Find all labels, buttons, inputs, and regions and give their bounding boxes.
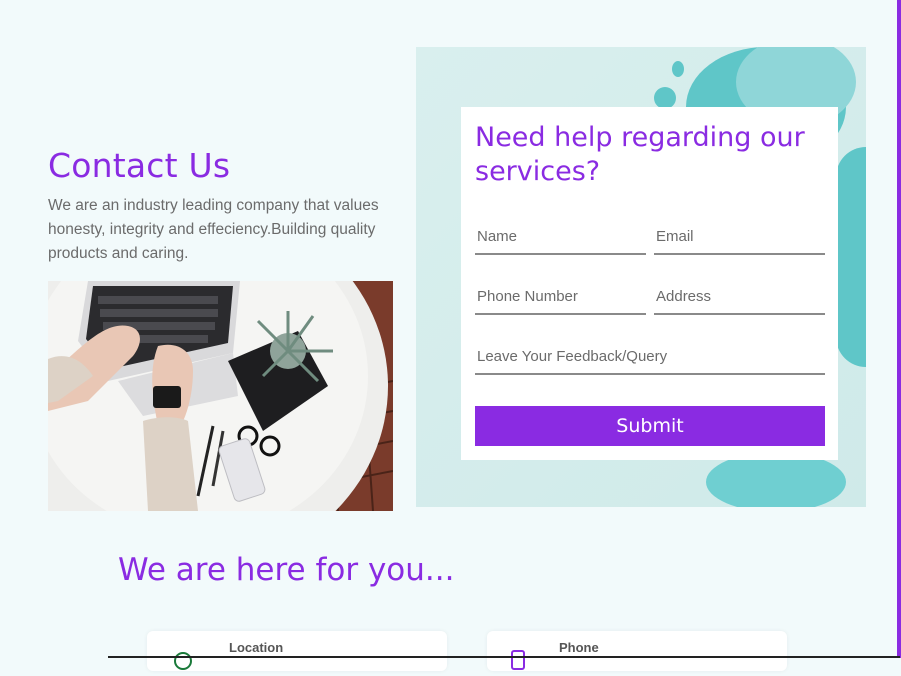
page-right-border xyxy=(897,0,901,658)
phone-icon xyxy=(511,650,525,675)
name-input[interactable] xyxy=(475,219,646,255)
phone-card: Phone xyxy=(487,631,787,671)
decorative-blob xyxy=(654,87,676,109)
decorative-blob xyxy=(706,452,846,507)
form-heading: Need help regarding our services? xyxy=(475,122,805,187)
decorative-blob xyxy=(836,147,866,367)
phone-label: Phone xyxy=(559,640,599,655)
phone-number-input[interactable] xyxy=(475,279,646,315)
here-for-you-title: We are here for you... xyxy=(118,552,455,588)
laptop-workspace-photo xyxy=(48,281,393,511)
decorative-blob xyxy=(672,61,684,77)
location-pin-icon xyxy=(173,651,193,676)
submit-button[interactable]: Submit xyxy=(475,406,825,446)
contact-description: We are an industry leading company that … xyxy=(48,197,379,262)
feedback-input[interactable] xyxy=(475,339,825,375)
location-label: Location xyxy=(229,640,284,655)
contact-form-card: Need help regarding our services? Submit xyxy=(461,107,838,460)
email-input[interactable] xyxy=(654,219,825,255)
address-input[interactable] xyxy=(654,279,825,315)
contact-title: Contact Us xyxy=(48,146,231,185)
location-card: Location xyxy=(147,631,447,671)
